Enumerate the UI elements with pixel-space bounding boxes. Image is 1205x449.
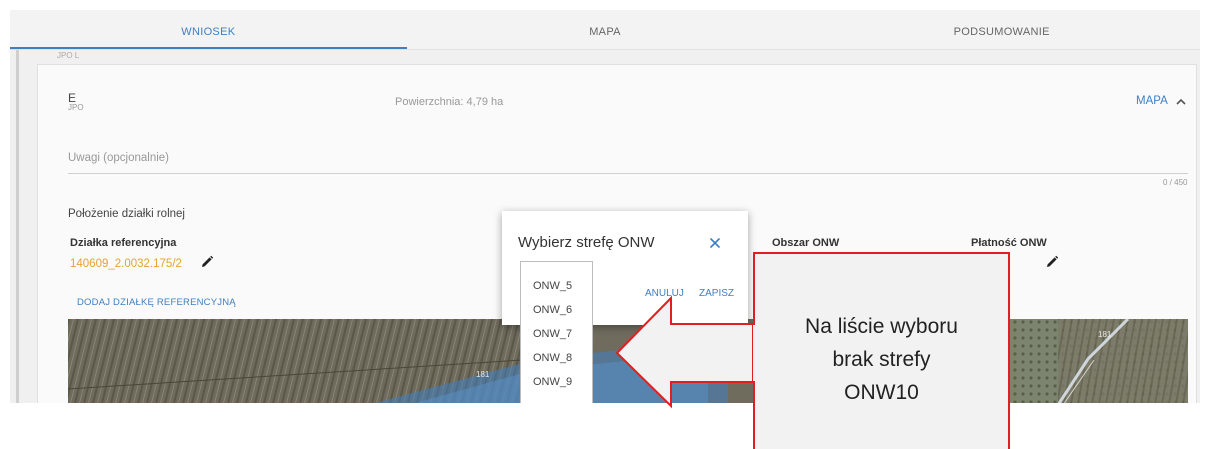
callout-text: Na liście wyboru brak strefy ONW10 — [755, 310, 1008, 409]
callout-arrow — [615, 295, 754, 409]
page: WNIOSEK MAPA PODSUMOWANIE JPO L E JPO Po… — [0, 0, 1205, 449]
callout-line: ONW10 — [844, 381, 919, 404]
callout-seam — [753, 325, 756, 381]
callout-line: brak strefy — [832, 348, 931, 371]
annotation-callout: Na liście wyboru brak strefy ONW10 — [753, 252, 1010, 449]
callout-line: Na liście wyboru — [805, 315, 958, 338]
